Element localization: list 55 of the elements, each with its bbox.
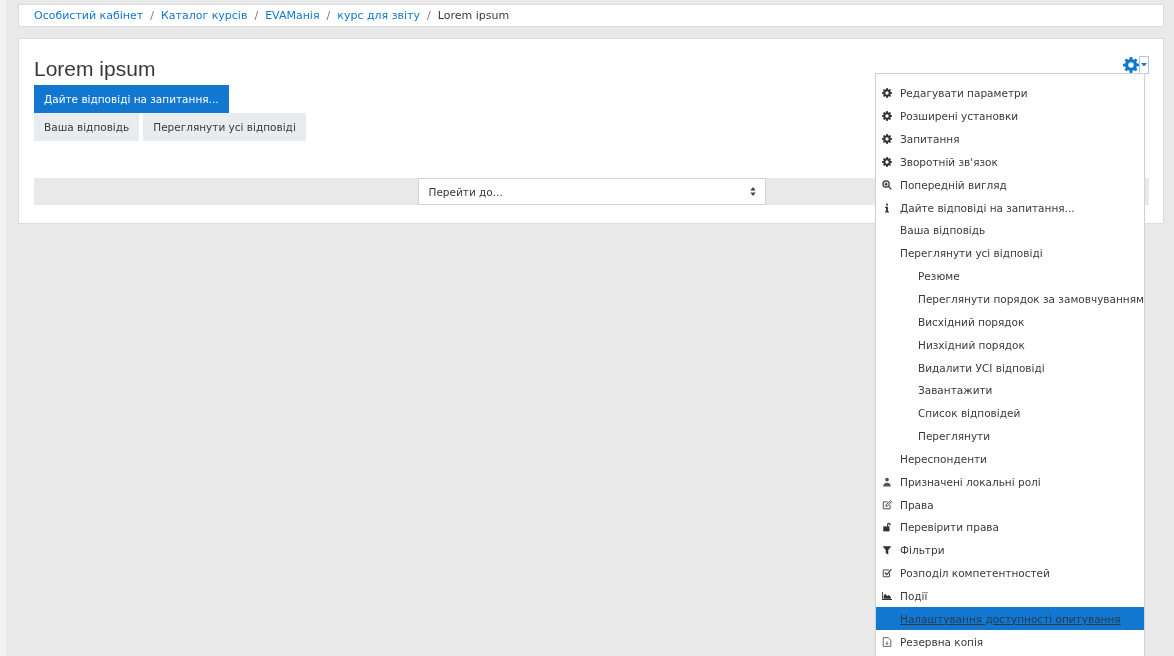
menu-item[interactable]: Права [876,493,1144,517]
menu-item[interactable]: Переглянути порядок за замовчуванням [876,287,1144,311]
menu-item[interactable]: Резервна копія [876,630,1144,654]
caret-icon [1140,57,1148,73]
sort-arrows-icon [749,187,756,196]
menu-item[interactable]: Видалити УСІ відповіді [876,356,1144,379]
secondary-button[interactable]: Переглянути усі відповіді [143,113,306,141]
gear-icon [882,156,892,167]
primary-button[interactable]: Дайте відповіді на запитання... [34,85,229,113]
menu-item[interactable]: Список відповідей [876,401,1144,425]
breadcrumb-link[interactable]: Особистий кабінет [34,9,144,22]
unlock-icon [882,522,892,533]
menu-item[interactable]: Дайте відповіді на запитання... [876,196,1144,220]
breadcrumb-current: Lorem ipsum [437,9,510,22]
breadcrumb-separator: / [150,9,154,22]
info-icon [882,202,892,213]
secondary-button[interactable]: Ваша відповідь [34,113,140,141]
checkbox-icon [882,568,892,579]
breadcrumb-link[interactable]: EVAМанія [265,9,320,22]
breadcrumb-link[interactable]: Каталог курсів [160,9,248,22]
menu-item[interactable]: Зворотній зв'язок [876,150,1144,174]
gear-icon [882,134,892,145]
menu-item[interactable]: Попередній вигляд [876,173,1144,197]
menu-item[interactable]: Фільтри [876,538,1144,562]
edit-icon [882,499,892,510]
jump-select[interactable]: Перейти до... [417,178,766,205]
menu-item[interactable]: Розширені установки [876,104,1144,128]
breadcrumb-separator: / [427,9,431,22]
area-chart-icon [882,591,892,601]
user-icon [882,476,892,487]
menu-item[interactable]: Низхідний порядок [876,333,1144,357]
filter-icon [882,545,892,556]
menu-item[interactable]: Переглянути усі відповіді [876,241,1144,265]
menu-item[interactable]: Призначені локальні ролі [876,470,1144,494]
menu-item[interactable]: Розподіл компетентностей [876,561,1144,585]
page-title: Lorem ipsum [34,57,156,81]
menu-item[interactable]: Запитання [876,127,1144,151]
menu-item[interactable]: Події [876,584,1144,608]
breadcrumb-link[interactable]: курс для звіту [337,9,420,22]
menu-item[interactable]: Перевірити права [876,516,1144,539]
breadcrumb-separator: / [326,9,331,22]
menu-item[interactable]: Завантажити [876,378,1144,402]
breadcrumb-separator: / [254,9,259,22]
gear-icon [882,88,892,99]
menu-item[interactable]: Нереспонденти [876,447,1144,471]
menu-item[interactable]: Ваша відповідь [876,219,1144,242]
zoom-icon [882,179,892,190]
menu-item[interactable]: Редагувати параметри [876,82,1144,105]
gear-icon [882,111,892,122]
menu-item[interactable]: Резюме [876,264,1144,288]
menu-item[interactable]: Висхідний порядок [876,310,1144,334]
menu-item[interactable]: Переглянути [876,424,1144,448]
settings-menu-button[interactable] [1123,57,1148,73]
file-icon [882,636,892,647]
settings-icon [1123,57,1139,73]
